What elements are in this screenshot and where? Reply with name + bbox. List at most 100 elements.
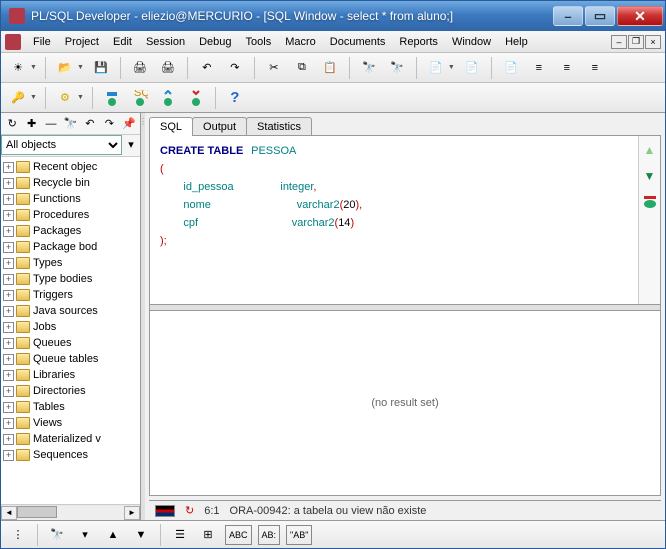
tab-sql[interactable]: SQL: [149, 117, 193, 136]
key-button[interactable]: 🔑▼: [7, 87, 37, 109]
expand-icon[interactable]: +: [3, 450, 14, 461]
tab-output[interactable]: Output: [192, 117, 247, 136]
nav-back-icon[interactable]: ↶: [82, 115, 98, 133]
rollback-button[interactable]: [185, 87, 207, 109]
menu-project[interactable]: Project: [59, 34, 105, 50]
tree-item[interactable]: +Packages: [1, 223, 140, 239]
find-next-icon[interactable]: ▼: [130, 525, 152, 545]
execute-button[interactable]: ⚙▼: [54, 87, 84, 109]
scroll-right-button[interactable]: ►: [124, 506, 140, 520]
find-next-button[interactable]: 🔭: [386, 57, 408, 79]
help-button[interactable]: ?: [224, 87, 246, 109]
print-button[interactable]: 🖨: [129, 57, 151, 79]
tree-item[interactable]: +Types: [1, 255, 140, 271]
filter-select[interactable]: All objects: [1, 135, 122, 155]
tree-item[interactable]: +Queues: [1, 335, 140, 351]
doc-button[interactable]: 📄: [500, 57, 522, 79]
tree-item[interactable]: +Java sources: [1, 303, 140, 319]
regex-button[interactable]: "AB": [286, 525, 312, 545]
pin-icon[interactable]: 📌: [121, 115, 137, 133]
refresh-status-icon[interactable]: ↻: [185, 504, 194, 517]
copy-button[interactable]: ⧉: [291, 57, 313, 79]
tree-item[interactable]: +Queue tables: [1, 351, 140, 367]
commit-button[interactable]: [157, 87, 179, 109]
browser-hscroll[interactable]: ◄ ►: [1, 504, 140, 520]
tree-item[interactable]: +Functions: [1, 191, 140, 207]
menu-edit[interactable]: Edit: [107, 34, 138, 50]
tree-item[interactable]: +Tables: [1, 399, 140, 415]
refresh-icon[interactable]: ↻: [4, 115, 20, 133]
whole-word-button[interactable]: AB:: [258, 525, 281, 545]
tree-item[interactable]: +Recent objec: [1, 159, 140, 175]
filter-dropdown-icon[interactable]: ▾: [122, 135, 140, 153]
find-object-icon[interactable]: 🔭: [62, 115, 78, 133]
scroll-up-icon[interactable]: ▲: [642, 142, 658, 158]
list-icon[interactable]: ☰: [169, 525, 191, 545]
expand-icon[interactable]: +: [3, 274, 14, 285]
expand-icon[interactable]: +: [3, 386, 14, 397]
expand-icon[interactable]: +: [3, 418, 14, 429]
tree-item[interactable]: +Views: [1, 415, 140, 431]
expand-icon[interactable]: +: [3, 258, 14, 269]
scroll-left-button[interactable]: ◄: [1, 506, 17, 520]
expand-icon[interactable]: +: [3, 370, 14, 381]
expand-icon[interactable]: +: [3, 322, 14, 333]
tree-item[interactable]: +Procedures: [1, 207, 140, 223]
mdi-restore-button[interactable]: ❐: [628, 35, 644, 49]
tree-item[interactable]: +Directories: [1, 383, 140, 399]
expand-icon[interactable]: +: [3, 226, 14, 237]
menu-reports[interactable]: Reports: [393, 34, 444, 50]
add-icon[interactable]: ✚: [23, 115, 39, 133]
menu-help[interactable]: Help: [499, 34, 534, 50]
sql-break-button[interactable]: SQL: [129, 87, 151, 109]
redo-button[interactable]: ↷: [224, 57, 246, 79]
tree-item[interactable]: +Sequences: [1, 447, 140, 463]
expand-icon[interactable]: +: [3, 242, 14, 253]
menu-file[interactable]: File: [27, 34, 57, 50]
dropdown-icon[interactable]: ▾: [74, 525, 96, 545]
tree-item[interactable]: +Triggers: [1, 287, 140, 303]
print-setup-button[interactable]: 🖨: [157, 57, 179, 79]
maximize-button[interactable]: ▭: [585, 6, 615, 26]
find-button[interactable]: 🔭: [358, 57, 380, 79]
find-prev-icon[interactable]: ▲: [102, 525, 124, 545]
scroll-thumb[interactable]: [17, 506, 57, 518]
menu-tools[interactable]: Tools: [240, 34, 278, 50]
object-tree[interactable]: +Recent objec+Recycle bin+Functions+Proc…: [1, 157, 140, 504]
grid-icon[interactable]: ⊞: [197, 525, 219, 545]
paste-button[interactable]: 📋: [319, 57, 341, 79]
open-button[interactable]: 📂▼: [54, 57, 84, 79]
menu-window[interactable]: Window: [446, 34, 497, 50]
expand-icon[interactable]: +: [3, 338, 14, 349]
collapse-icon[interactable]: ⋮: [7, 525, 29, 545]
expand-icon[interactable]: +: [3, 402, 14, 413]
sql-editor[interactable]: CREATE TABLE PESSOA ( id_pessoa integer,…: [150, 136, 638, 304]
tree-item[interactable]: +Package bod: [1, 239, 140, 255]
format-button[interactable]: ≡: [584, 57, 606, 79]
indent-right-button[interactable]: ≡: [556, 57, 578, 79]
match-case-button[interactable]: ABC: [225, 525, 252, 545]
expand-icon[interactable]: +: [3, 210, 14, 221]
nav-fwd-icon[interactable]: ↷: [101, 115, 117, 133]
menu-macro[interactable]: Macro: [279, 34, 322, 50]
tab-statistics[interactable]: Statistics: [246, 117, 312, 136]
mdi-minimize-button[interactable]: –: [611, 35, 627, 49]
expand-icon[interactable]: +: [3, 162, 14, 173]
expand-icon[interactable]: +: [3, 290, 14, 301]
binoculars-icon[interactable]: 🔭: [46, 525, 68, 545]
cut-button[interactable]: ✂: [263, 57, 285, 79]
tree-item[interactable]: +Materialized v: [1, 431, 140, 447]
new-button[interactable]: ☀▼: [7, 57, 37, 79]
expand-icon[interactable]: +: [3, 306, 14, 317]
expand-icon[interactable]: +: [3, 354, 14, 365]
indent-left-button[interactable]: ≡: [528, 57, 550, 79]
tree-item[interactable]: +Libraries: [1, 367, 140, 383]
tree-item[interactable]: +Jobs: [1, 319, 140, 335]
fetch-icon[interactable]: [642, 194, 658, 210]
close-button[interactable]: ✕: [617, 6, 663, 26]
expand-icon[interactable]: +: [3, 178, 14, 189]
tree-item[interactable]: +Type bodies: [1, 271, 140, 287]
remove-icon[interactable]: —: [43, 115, 59, 133]
expand-icon[interactable]: +: [3, 434, 14, 445]
menu-debug[interactable]: Debug: [193, 34, 237, 50]
